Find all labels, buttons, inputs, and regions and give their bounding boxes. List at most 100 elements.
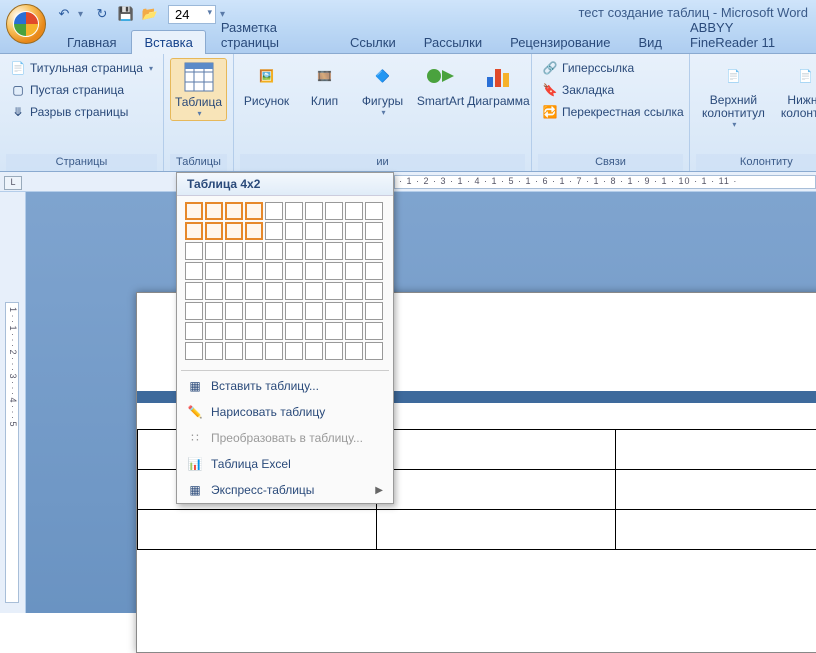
tab-mailings[interactable]: Рассылки: [411, 30, 495, 54]
grid-cell[interactable]: [225, 302, 243, 320]
table-button[interactable]: Таблица▾: [170, 58, 227, 121]
grid-cell[interactable]: [305, 282, 323, 300]
ruler-vertical[interactable]: 1 · · 1 · · · 2 · · · 3 · · · 4 · · · 5: [0, 192, 26, 613]
grid-cell[interactable]: [305, 322, 323, 340]
grid-cell[interactable]: [325, 342, 343, 360]
tab-insert[interactable]: Вставка: [131, 30, 205, 54]
grid-cell[interactable]: [345, 262, 363, 280]
grid-cell[interactable]: [225, 282, 243, 300]
draw-table-item[interactable]: ✏️Нарисовать таблицу: [177, 399, 393, 425]
grid-cell[interactable]: [325, 242, 343, 260]
chart-button[interactable]: Диаграмма: [472, 58, 526, 110]
picture-button[interactable]: 🖼️Рисунок: [240, 58, 294, 110]
grid-cell[interactable]: [325, 322, 343, 340]
grid-cell[interactable]: [325, 262, 343, 280]
grid-cell[interactable]: [345, 202, 363, 220]
blank-page-button[interactable]: ▢Пустая страница: [6, 80, 157, 100]
doc-table-cell[interactable]: [616, 430, 816, 470]
redo-button[interactable]: ↻: [92, 4, 112, 24]
grid-cell[interactable]: [185, 222, 203, 240]
grid-cell[interactable]: [325, 202, 343, 220]
grid-cell[interactable]: [365, 202, 383, 220]
grid-cell[interactable]: [345, 282, 363, 300]
grid-cell[interactable]: [345, 222, 363, 240]
grid-cell[interactable]: [205, 282, 223, 300]
grid-cell[interactable]: [365, 242, 383, 260]
grid-cell[interactable]: [205, 262, 223, 280]
grid-cell[interactable]: [285, 202, 303, 220]
tab-layout[interactable]: Разметка страницы: [208, 15, 335, 54]
grid-cell[interactable]: [265, 242, 283, 260]
doc-table-cell[interactable]: [138, 510, 377, 550]
clip-button[interactable]: 🎞️Клип: [298, 58, 352, 110]
grid-cell[interactable]: [205, 342, 223, 360]
grid-cell[interactable]: [185, 202, 203, 220]
grid-cell[interactable]: [365, 222, 383, 240]
hyperlink-button[interactable]: 🔗Гиперссылка: [538, 58, 688, 78]
grid-cell[interactable]: [185, 342, 203, 360]
grid-cell[interactable]: [185, 242, 203, 260]
grid-cell[interactable]: [305, 242, 323, 260]
document-workspace[interactable]: [26, 192, 816, 613]
insert-table-item[interactable]: ▦Вставить таблицу...: [177, 373, 393, 399]
cover-page-button[interactable]: 📄Титульная страница▾: [6, 58, 157, 78]
bookmark-button[interactable]: 🔖Закладка: [538, 80, 688, 100]
doc-table-cell[interactable]: [377, 510, 616, 550]
header-button[interactable]: 📄Верхний колонтитул▾: [696, 58, 771, 131]
grid-cell[interactable]: [305, 342, 323, 360]
grid-cell[interactable]: [285, 262, 303, 280]
smartart-button[interactable]: SmartArt: [414, 58, 468, 110]
ruler-horizontal[interactable]: · 1 · 2 · 3 · 1 · 4 · 1 · 5 · 1 · 6 · 1 …: [0, 172, 816, 192]
grid-cell[interactable]: [205, 222, 223, 240]
grid-cell[interactable]: [365, 282, 383, 300]
grid-cell[interactable]: [285, 282, 303, 300]
grid-cell[interactable]: [285, 322, 303, 340]
quick-tables-item[interactable]: ▦Экспресс-таблицы▶: [177, 477, 393, 503]
grid-cell[interactable]: [365, 322, 383, 340]
grid-cell[interactable]: [185, 302, 203, 320]
grid-cell[interactable]: [265, 302, 283, 320]
grid-cell[interactable]: [265, 342, 283, 360]
excel-table-item[interactable]: 📊Таблица Excel: [177, 451, 393, 477]
grid-cell[interactable]: [285, 342, 303, 360]
undo-button[interactable]: ↶: [54, 4, 74, 24]
grid-cell[interactable]: [325, 282, 343, 300]
grid-cell[interactable]: [185, 322, 203, 340]
doc-table-cell[interactable]: [377, 430, 616, 470]
doc-table-cell[interactable]: [377, 470, 616, 510]
grid-cell[interactable]: [365, 262, 383, 280]
grid-cell[interactable]: [345, 302, 363, 320]
grid-cell[interactable]: [285, 242, 303, 260]
office-button[interactable]: [6, 4, 46, 44]
grid-cell[interactable]: [245, 342, 263, 360]
grid-cell[interactable]: [325, 222, 343, 240]
open-button[interactable]: 📂: [140, 4, 160, 24]
grid-cell[interactable]: [285, 302, 303, 320]
grid-cell[interactable]: [365, 342, 383, 360]
grid-cell[interactable]: [245, 302, 263, 320]
shapes-button[interactable]: 🔷Фигуры▾: [356, 58, 410, 119]
grid-cell[interactable]: [205, 322, 223, 340]
grid-cell[interactable]: [225, 262, 243, 280]
tab-references[interactable]: Ссылки: [337, 30, 409, 54]
page-break-button[interactable]: ⤋Разрыв страницы: [6, 102, 157, 122]
grid-cell[interactable]: [305, 222, 323, 240]
crossref-button[interactable]: 🔁Перекрестная ссылка: [538, 102, 688, 122]
grid-cell[interactable]: [325, 302, 343, 320]
grid-cell[interactable]: [225, 242, 243, 260]
grid-cell[interactable]: [185, 262, 203, 280]
doc-table-cell[interactable]: [616, 510, 816, 550]
grid-cell[interactable]: [345, 242, 363, 260]
grid-cell[interactable]: [305, 262, 323, 280]
grid-cell[interactable]: [285, 222, 303, 240]
tab-home[interactable]: Главная: [54, 30, 129, 54]
tab-view[interactable]: Вид: [625, 30, 675, 54]
grid-cell[interactable]: [245, 242, 263, 260]
grid-cell[interactable]: [205, 302, 223, 320]
grid-cell[interactable]: [345, 342, 363, 360]
grid-cell[interactable]: [245, 202, 263, 220]
grid-cell[interactable]: [225, 202, 243, 220]
grid-cell[interactable]: [265, 322, 283, 340]
grid-cell[interactable]: [245, 282, 263, 300]
grid-cell[interactable]: [205, 242, 223, 260]
